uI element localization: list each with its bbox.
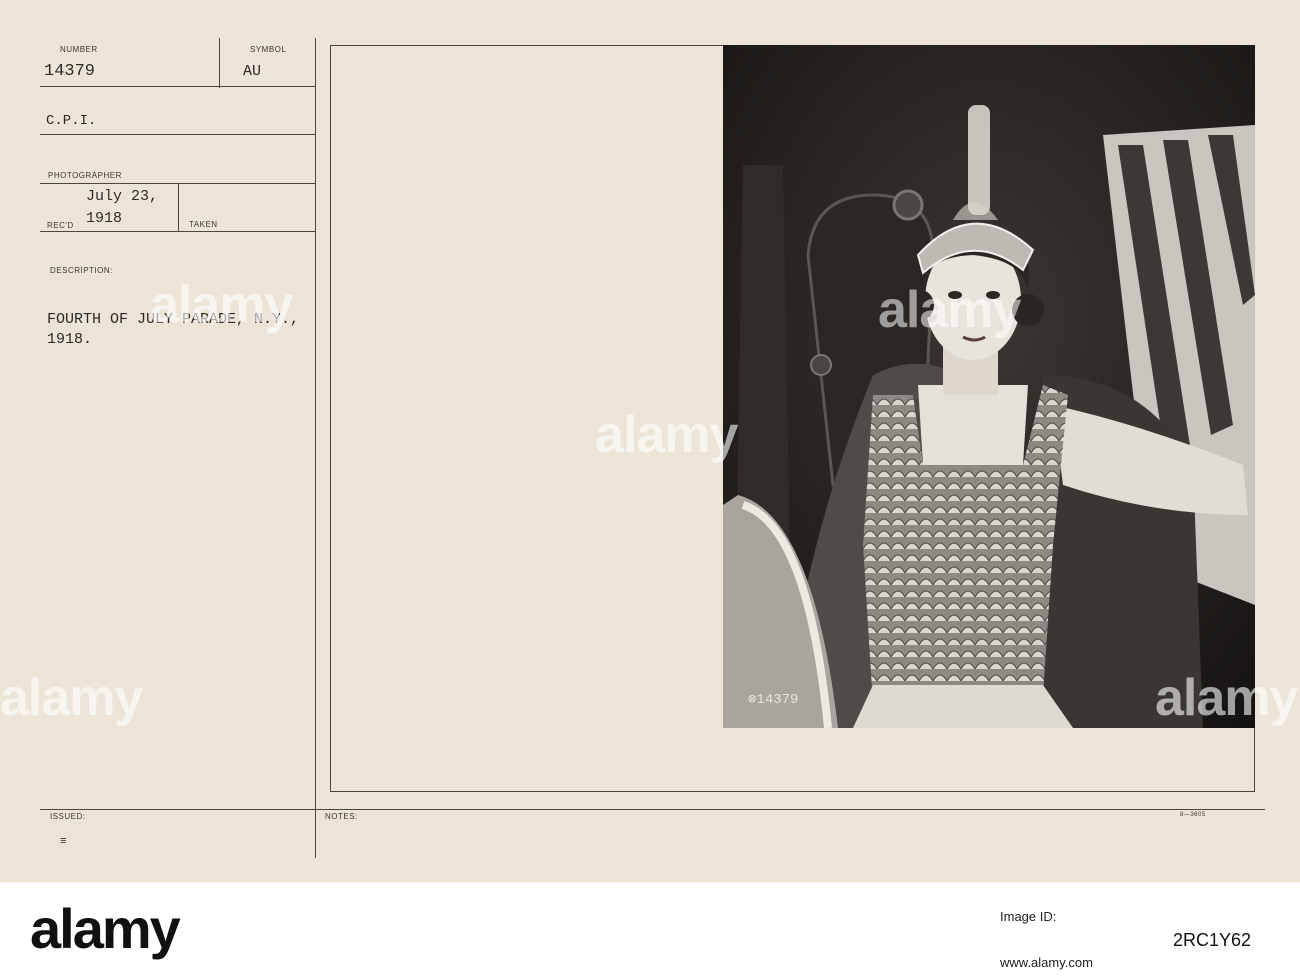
issued-label: ISSUED: <box>50 812 86 821</box>
photographer-label: PHOTOGRAPHER <box>48 171 122 180</box>
watermark: alamy <box>595 406 738 464</box>
taken-label: TAKEN <box>189 220 218 229</box>
footer-logo: alamy <box>30 897 181 960</box>
issued-mark: ≡ <box>60 836 67 848</box>
card-divider <box>178 184 179 232</box>
watermark: alamy <box>0 669 143 727</box>
notes-label: NOTES: <box>325 812 358 821</box>
number-label: NUMBER <box>60 45 98 54</box>
card-divider <box>40 809 1265 810</box>
description-label: DESCRIPTION: <box>50 266 113 275</box>
number-value: 14379 <box>44 62 96 81</box>
watermark: alamy <box>878 281 1021 339</box>
card-divider <box>315 38 316 858</box>
image-id: 2RC1Y62 <box>1173 930 1252 950</box>
description-line2: 1918. <box>47 331 93 348</box>
photo-caption: ⊗14379 <box>748 692 799 708</box>
recd-date-line1: July 23, <box>86 188 159 205</box>
footer-info: Image ID: www.alamy.com <box>1000 904 1093 976</box>
card-divider <box>40 183 315 184</box>
card-divider <box>219 38 220 88</box>
card-divider <box>40 86 315 87</box>
card-divider <box>40 231 315 232</box>
recd-label: REC'D <box>47 221 74 230</box>
stock-footer <box>0 882 1300 971</box>
watermark: alamy <box>1155 669 1298 727</box>
symbol-label: SYMBOL <box>250 45 287 54</box>
form-number: 8—3605 <box>1180 812 1206 818</box>
card-divider <box>40 134 315 135</box>
site-url: www.alamy.com <box>1000 955 1093 970</box>
watermark: alamy <box>150 276 293 334</box>
archive-card: NUMBER 14379 SYMBOL AU C.P.I. PHOTOGRAPH… <box>0 0 1300 882</box>
image-id-label: Image ID: <box>1000 909 1057 924</box>
agency-value: C.P.I. <box>46 113 97 129</box>
recd-date-line2: 1918 <box>86 210 123 227</box>
portrait-photo: alamy ⊗14379 <box>723 45 1255 728</box>
portrait-illustration <box>723 45 1255 728</box>
symbol-value: AU <box>243 63 262 80</box>
